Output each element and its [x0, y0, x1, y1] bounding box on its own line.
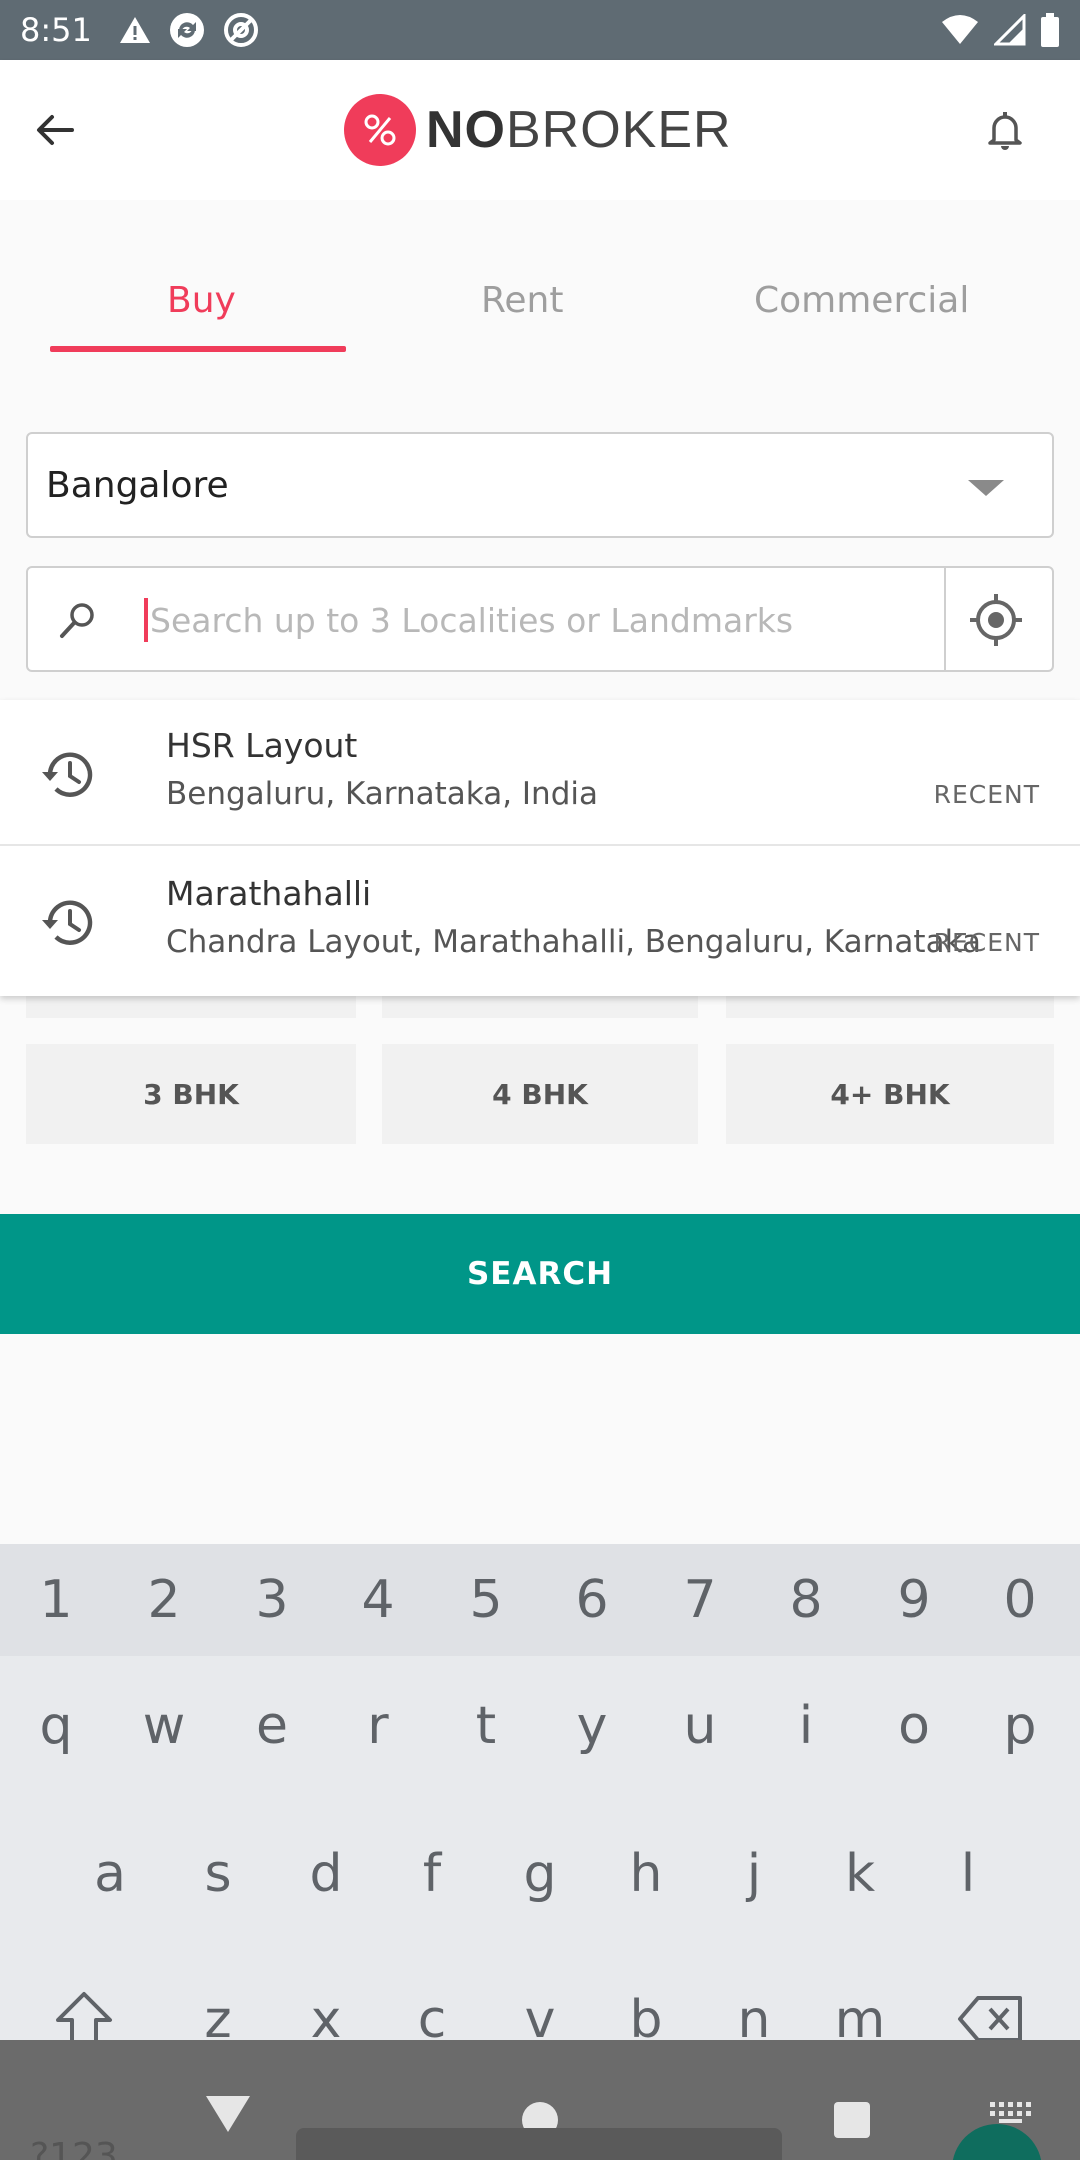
suggestion-item[interactable]: HSR Layout Bengaluru, Karnataka, India R… — [0, 700, 1080, 846]
bhk-option-4[interactable]: 4 BHK — [382, 1044, 698, 1144]
key-k[interactable]: k — [820, 1844, 900, 1904]
bhk-option-hidden — [26, 996, 356, 1018]
key-g[interactable]: g — [500, 1844, 580, 1904]
sync-icon — [169, 13, 204, 47]
suggestion-title: HSR Layout — [166, 726, 358, 765]
app-bar: NOBROKER — [0, 60, 1080, 200]
tab-buy[interactable]: Buy — [167, 280, 236, 321]
warning-icon — [119, 17, 150, 43]
text-cursor — [144, 598, 148, 642]
key-h[interactable]: h — [606, 1844, 686, 1904]
gps-locate-icon[interactable] — [968, 592, 1024, 648]
key-s[interactable]: s — [178, 1844, 258, 1904]
suggestion-subtitle: Chandra Layout, Marathahalli, Bengaluru,… — [166, 924, 981, 960]
bhk-option-hidden — [726, 996, 1054, 1018]
locality-search-box — [26, 566, 1054, 672]
city-dropdown[interactable]: Bangalore — [26, 432, 1054, 538]
bhk-option-hidden — [382, 996, 698, 1018]
tab-commercial[interactable]: Commercial — [754, 280, 969, 321]
key-o[interactable]: o — [874, 1696, 954, 1756]
recent-badge: RECENT — [933, 928, 1040, 957]
suggestion-subtitle: Bengaluru, Karnataka, India — [166, 776, 598, 812]
recent-badge: RECENT — [933, 780, 1040, 809]
key-w[interactable]: w — [124, 1696, 204, 1756]
key-8[interactable]: 8 — [766, 1570, 846, 1630]
nav-back-icon[interactable] — [206, 2096, 250, 2132]
key-d[interactable]: d — [286, 1844, 366, 1904]
key-e[interactable]: e — [232, 1696, 312, 1756]
arrow-back-icon — [37, 115, 74, 145]
key-0[interactable]: 0 — [980, 1570, 1060, 1630]
city-value: Bangalore — [46, 464, 229, 506]
backspace-icon[interactable] — [956, 1994, 1026, 2044]
tab-rent[interactable]: Rent — [481, 280, 563, 321]
wifi-icon — [942, 15, 978, 44]
key-f[interactable]: f — [392, 1844, 472, 1904]
key-7[interactable]: 7 — [660, 1570, 740, 1630]
nobroker-logo: NOBROKER — [344, 94, 732, 166]
search-button[interactable]: SEARCH — [0, 1214, 1080, 1334]
key-1[interactable]: 1 — [16, 1570, 96, 1630]
key-3[interactable]: 3 — [232, 1570, 312, 1630]
history-icon — [42, 752, 93, 797]
status-time: 8:51 — [20, 11, 92, 49]
key-5[interactable]: 5 — [446, 1570, 526, 1630]
key-9[interactable]: 9 — [874, 1570, 954, 1630]
key-u[interactable]: u — [660, 1696, 740, 1756]
spacebar-partial[interactable] — [296, 2128, 782, 2160]
bhk-option-3[interactable]: 3 BHK — [26, 1044, 356, 1144]
key-a[interactable]: a — [70, 1844, 150, 1904]
search-icon — [60, 603, 94, 638]
keyboard-switch-icon[interactable] — [988, 2100, 1032, 2124]
key-p[interactable]: p — [980, 1696, 1060, 1756]
key-r[interactable]: r — [338, 1696, 418, 1756]
key-t[interactable]: t — [446, 1696, 526, 1756]
key-y[interactable]: y — [552, 1696, 632, 1756]
recent-suggestions-list: HSR Layout Bengaluru, Karnataka, India R… — [0, 700, 1080, 996]
percent-off-icon — [364, 114, 396, 146]
history-icon — [42, 900, 93, 945]
logo-text: NOBROKER — [426, 100, 732, 160]
listing-type-tabs: Buy Rent Commercial — [0, 200, 1080, 360]
shift-icon[interactable] — [54, 1990, 114, 2046]
bhk-option-4-plus[interactable]: 4+ BHK — [726, 1044, 1054, 1144]
logo-light: BROKER — [506, 101, 732, 159]
logo-mark — [344, 94, 416, 166]
key-i[interactable]: i — [766, 1696, 846, 1756]
battery-icon — [1041, 13, 1059, 47]
nav-recents-icon[interactable] — [834, 2102, 870, 2138]
locality-search-input[interactable] — [144, 590, 934, 650]
signal-icon — [994, 14, 1026, 46]
suggestion-item[interactable]: Marathahalli Chandra Layout, Marathahall… — [0, 848, 1080, 994]
back-button[interactable] — [30, 105, 80, 155]
active-tab-indicator — [50, 346, 346, 352]
key-q[interactable]: q — [16, 1696, 96, 1756]
symbols-key-partial[interactable]: ?123 — [30, 2136, 118, 2160]
key-6[interactable]: 6 — [552, 1570, 632, 1630]
status-bar: 8:51 — [0, 0, 1080, 60]
suggestion-title: Marathahalli — [166, 874, 372, 913]
notifications-button[interactable] — [980, 104, 1030, 154]
at-icon — [223, 13, 258, 47]
key-4[interactable]: 4 — [338, 1570, 418, 1630]
key-j[interactable]: j — [714, 1844, 794, 1904]
bell-icon — [988, 112, 1022, 150]
key-2[interactable]: 2 — [124, 1570, 204, 1630]
key-l[interactable]: l — [928, 1844, 1008, 1904]
logo-bold: NO — [426, 101, 506, 159]
dropdown-caret-icon — [968, 480, 1004, 496]
search-divider — [944, 568, 946, 670]
